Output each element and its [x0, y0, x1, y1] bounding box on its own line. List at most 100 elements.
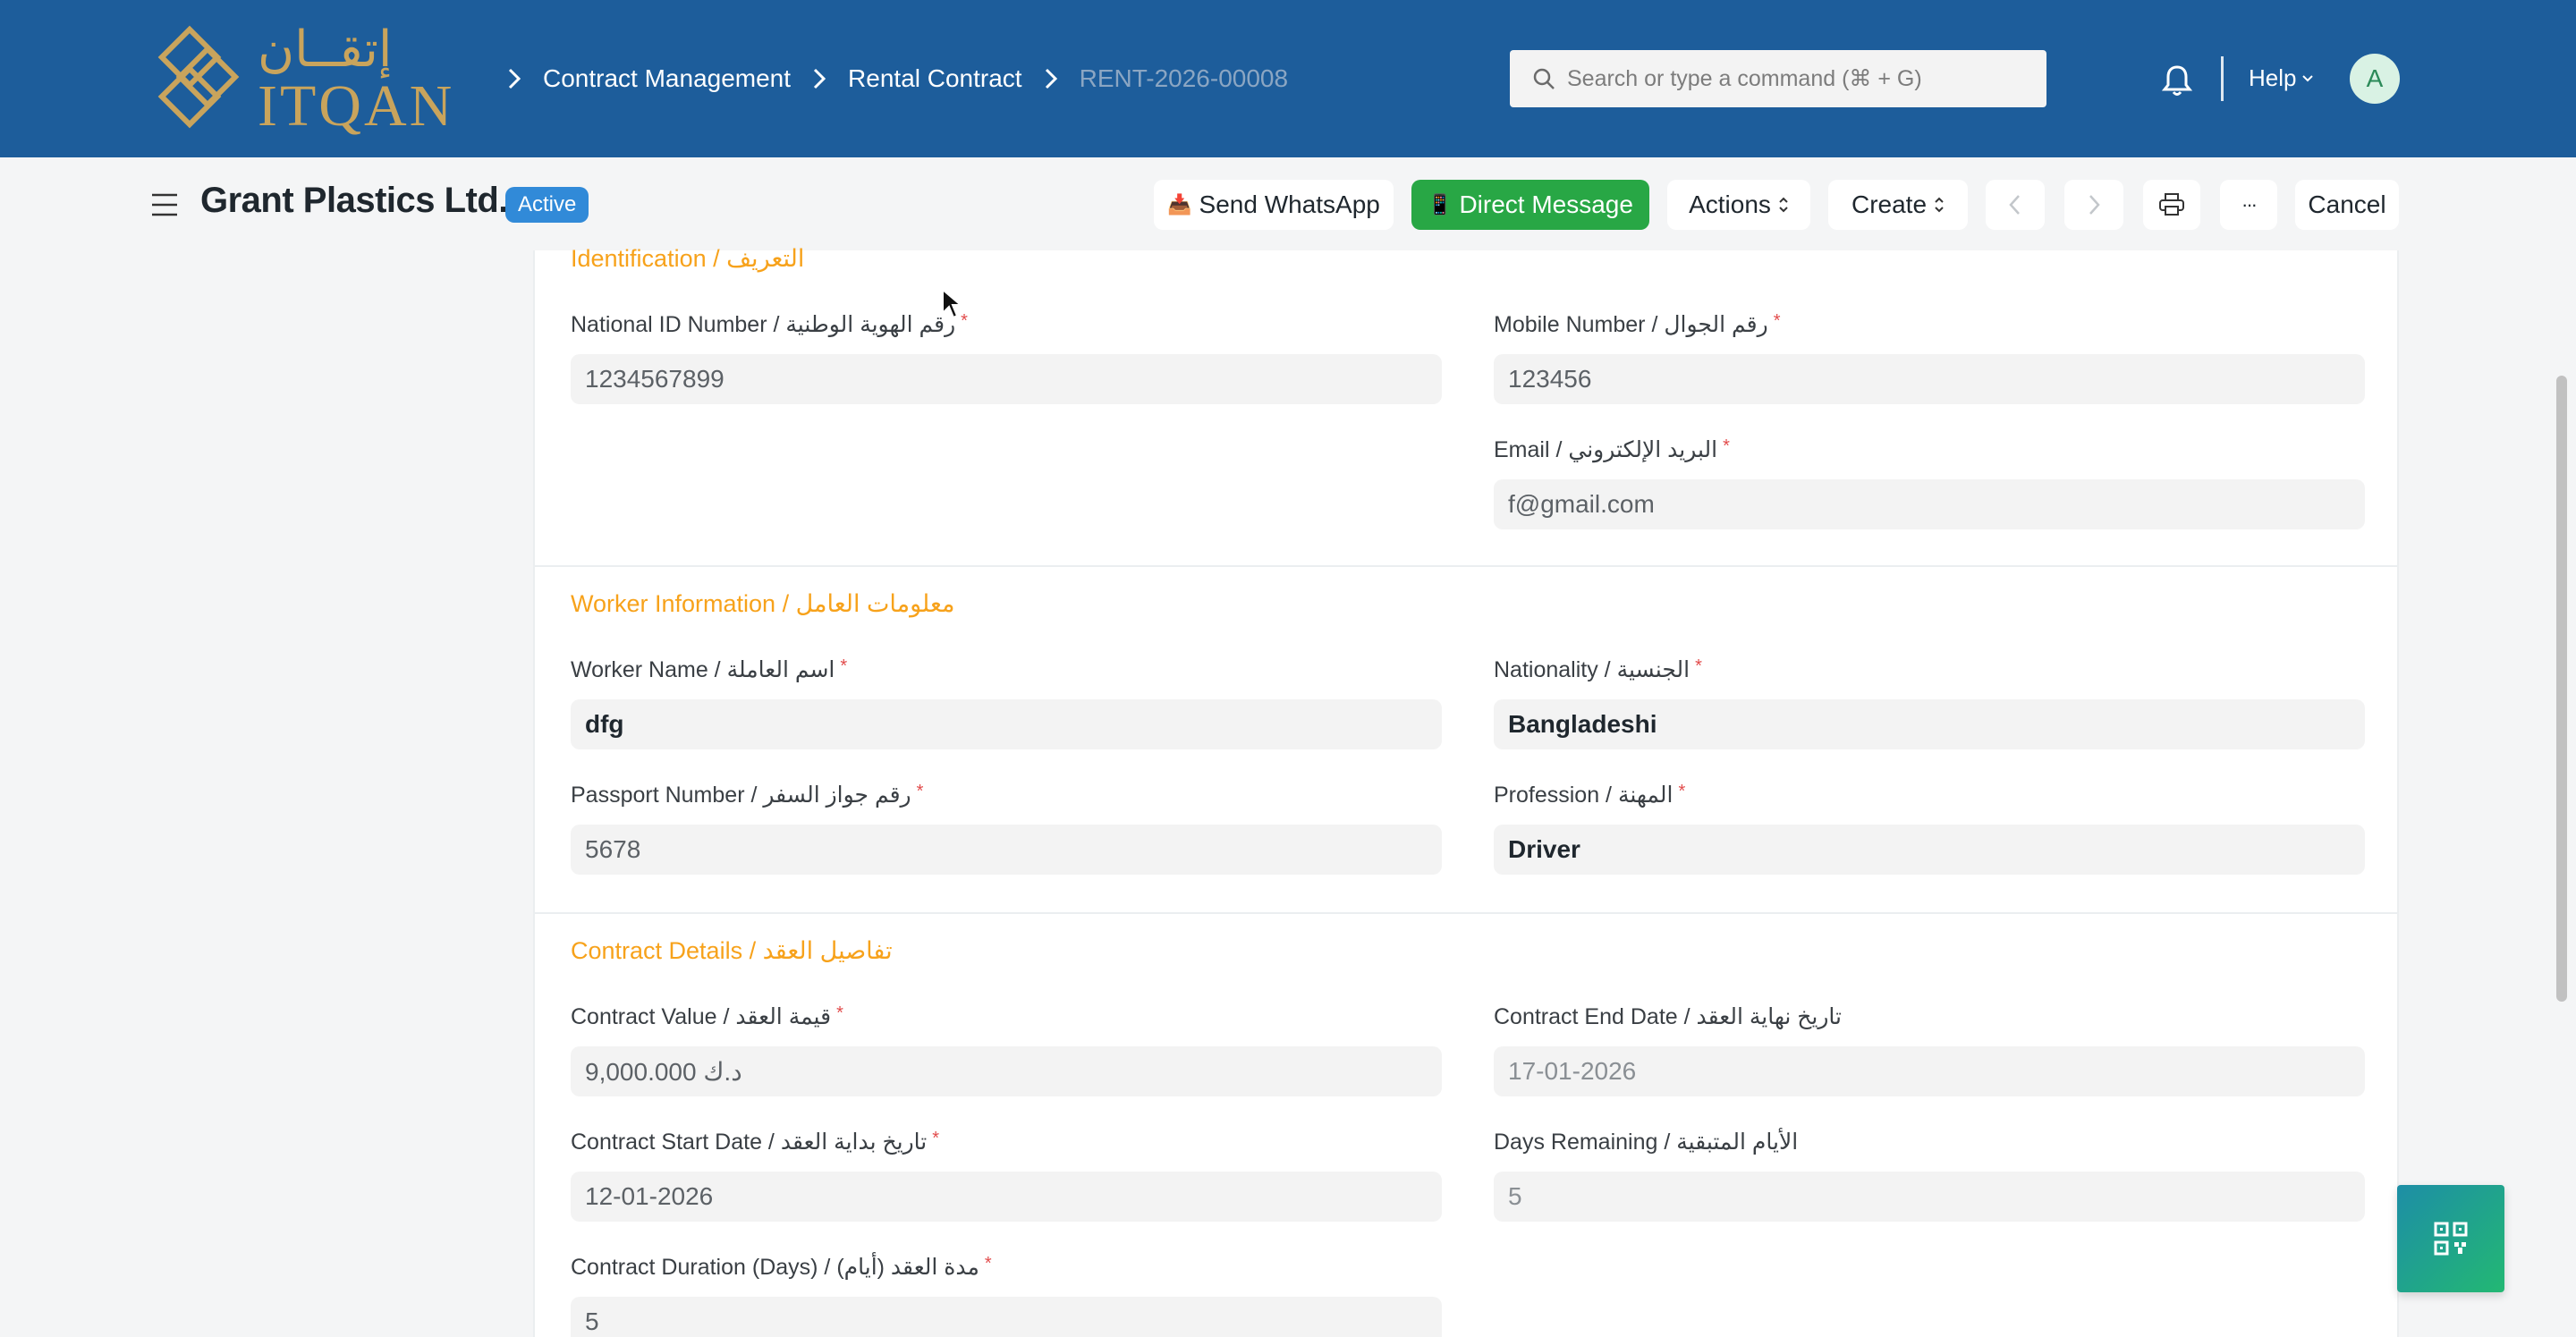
profession-input[interactable]: Driver [1494, 825, 2365, 875]
section-title-contract: Contract Details / تفاصيل العقد [571, 937, 893, 964]
chevron-down-icon [2302, 74, 2314, 81]
field-nationality: Nationality / الجنسية * Bangladeshi [1494, 656, 2365, 749]
direct-message-label: Direct Message [1459, 190, 1633, 218]
passport-input[interactable]: 5678 [571, 825, 1442, 875]
mouse-cursor-icon [942, 288, 962, 319]
section-title-identification: Identification / التعريف [571, 245, 805, 272]
required-marker: * [932, 1129, 940, 1148]
qr-code-icon [2434, 1222, 2468, 1256]
form-card: Identification / التعريف National ID Num… [533, 245, 2399, 1337]
field-label: National ID Number / رقم الهوية الوطنية * [571, 311, 968, 337]
search-input[interactable] [1567, 65, 2046, 92]
chevron-up-down-icon [1779, 197, 1788, 213]
avatar[interactable]: A [2350, 54, 2400, 104]
required-marker: * [1678, 782, 1686, 801]
send-whatsapp-label: Send WhatsApp [1199, 190, 1380, 218]
help-label: Help [2249, 64, 2297, 91]
field-label: Contract Value / قيمة العقد * [571, 1003, 843, 1029]
field-label: Worker Name / اسم العاملة * [571, 656, 848, 682]
field-label: Email / البريد الإلكتروني * [1494, 436, 1730, 462]
field-label: Contract Start Date / تاريخ بداية العقد * [571, 1129, 940, 1155]
field-label: Mobile Number / رقم الجوال * [1494, 311, 1781, 337]
section-contract-details: Contract Details / تفاصيل العقد Contract… [535, 914, 2397, 1337]
chevron-left-icon [2009, 195, 2020, 215]
search-icon [1533, 68, 1555, 89]
send-whatsapp-button[interactable]: 📥 Send WhatsApp [1154, 180, 1394, 230]
actions-label: Actions [1689, 190, 1771, 218]
section-worker-information: Worker Information / معلومات العامل Work… [535, 567, 2397, 914]
chevron-right-icon [2089, 195, 2100, 215]
itqan-logo[interactable]: إتقــان ITQAN [152, 21, 465, 136]
notification-bell-icon[interactable] [2159, 63, 2195, 98]
breadcrumb-rental-contract[interactable]: Rental Contract [837, 64, 1033, 93]
nationality-input[interactable]: Bangladeshi [1494, 699, 2365, 749]
section-title-worker: Worker Information / معلومات العامل [571, 590, 955, 617]
field-label: Contract Duration (Days) / مدة العقد (أي… [571, 1254, 992, 1280]
field-mobile: Mobile Number / رقم الجوال * 123456 [1494, 311, 2365, 404]
required-marker: * [1695, 656, 1702, 676]
chevron-right-icon [496, 67, 532, 90]
field-passport: Passport Number / رقم جواز السفر * 5678 [571, 782, 1442, 875]
field-label: Profession / المهنة * [1494, 782, 1686, 808]
navbar-divider [2221, 56, 2224, 101]
qr-code-button[interactable] [2397, 1185, 2504, 1292]
sidebar-toggle-icon[interactable] [150, 191, 179, 218]
scrollbar-thumb[interactable] [2556, 376, 2567, 1002]
next-document-button[interactable] [2064, 180, 2123, 230]
chevron-right-icon [801, 67, 837, 90]
inbox-tray-icon: 📥 [1167, 193, 1192, 216]
mobile-phone-icon: 📱 [1428, 193, 1453, 216]
breadcrumb-contract-management[interactable]: Contract Management [532, 64, 801, 93]
contract-end-date-input[interactable]: 17-01-2026 [1494, 1046, 2365, 1096]
search-bar[interactable] [1510, 50, 2046, 107]
cancel-button[interactable]: Cancel [2295, 180, 2399, 230]
field-label: Contract End Date / تاريخ نهاية العقد [1494, 1004, 1843, 1029]
email-input[interactable]: f@gmail.com [1494, 479, 2365, 529]
logo-text-latin: ITQAN [258, 73, 455, 139]
national-id-input[interactable]: 1234567899 [571, 354, 1442, 404]
field-national-id: National ID Number / رقم الهوية الوطنية *… [571, 311, 1442, 404]
ellipsis-icon: ··· [2241, 193, 2258, 216]
field-label: Passport Number / رقم جواز السفر * [571, 782, 924, 808]
contract-duration-input[interactable]: 5 [571, 1297, 1442, 1337]
breadcrumb-current-document[interactable]: RENT-2026-00008 [1069, 64, 1299, 93]
required-marker: * [1723, 436, 1730, 456]
field-contract-start-date: Contract Start Date / تاريخ بداية العقد *… [571, 1129, 1442, 1222]
required-marker: * [840, 656, 848, 676]
field-contract-value: Contract Value / قيمة العقد * 9,000.000 د… [571, 1003, 1442, 1096]
help-menu[interactable]: Help [2249, 64, 2314, 92]
days-remaining-input[interactable]: 5 [1494, 1172, 2365, 1222]
print-button[interactable] [2143, 180, 2200, 230]
contract-start-date-input[interactable]: 12-01-2026 [571, 1172, 1442, 1222]
breadcrumb: Contract Management Rental Contract RENT… [496, 55, 1299, 102]
navbar: إتقــان ITQAN Contract Management Rental… [0, 0, 2576, 157]
create-dropdown[interactable]: Create [1828, 180, 1968, 230]
cancel-label: Cancel [2308, 190, 2386, 218]
previous-document-button[interactable] [1986, 180, 2045, 230]
required-marker: * [916, 782, 924, 801]
field-profession: Profession / المهنة * Driver [1494, 782, 2365, 875]
field-label: Nationality / الجنسية * [1494, 656, 1702, 682]
mobile-input[interactable]: 123456 [1494, 354, 2365, 404]
status-badge: Active [505, 187, 589, 223]
field-email: Email / البريد الإلكتروني * f@gmail.com [1494, 436, 2365, 529]
logo-text-arabic: إتقــان [258, 21, 393, 79]
contract-value-input[interactable]: 9,000.000 د.ك [571, 1046, 1442, 1096]
actions-dropdown[interactable]: Actions [1667, 180, 1810, 230]
direct-message-button[interactable]: 📱 Direct Message [1411, 180, 1649, 230]
field-worker-name: Worker Name / اسم العاملة * dfg [571, 656, 1442, 749]
section-identification: Identification / التعريف National ID Num… [535, 245, 2397, 567]
worker-name-input[interactable]: dfg [571, 699, 1442, 749]
printer-icon [2159, 193, 2184, 216]
required-marker: * [1773, 311, 1781, 331]
page-head: Grant Plastics Ltd. Active 📥 Send WhatsA… [0, 157, 2576, 250]
required-marker: * [984, 1254, 992, 1274]
more-options-button[interactable]: ··· [2220, 180, 2277, 230]
chevron-right-icon [1033, 67, 1069, 90]
field-contract-duration: Contract Duration (Days) / مدة العقد (أي… [571, 1254, 1442, 1337]
field-days-remaining: Days Remaining / الأيام المتبقية 5 [1494, 1129, 2365, 1222]
chevron-up-down-icon [1935, 197, 1944, 213]
field-contract-end-date: Contract End Date / تاريخ نهاية العقد 17… [1494, 1003, 2365, 1096]
page-title: Grant Plastics Ltd. [200, 181, 508, 220]
required-marker: * [836, 1003, 843, 1023]
